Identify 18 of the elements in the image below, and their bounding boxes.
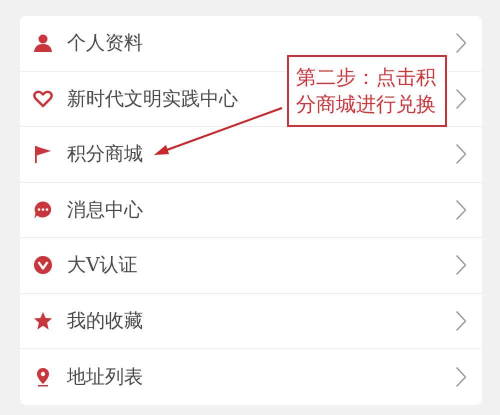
chat-bubble-icon [33, 200, 53, 220]
chevron-icon [456, 310, 466, 332]
menu-item[interactable]: 大V认证 [20, 238, 482, 294]
chevron-icon [456, 254, 466, 276]
heart-icon [33, 88, 53, 109]
menu-item[interactable]: 我的收藏 [20, 294, 482, 349]
menu-item[interactable]: 地址列表 [20, 349, 482, 404]
star-icon [33, 310, 53, 331]
chevron-icon [456, 143, 466, 166]
chevron-icon [456, 88, 466, 110]
chevron-icon [456, 366, 466, 388]
check-badge-icon [33, 255, 53, 276]
annotation-callout: 第二步：点击积分商城进行兑换 [287, 55, 447, 127]
chevron-icon [456, 32, 466, 54]
person-icon [33, 33, 53, 54]
flag-icon [33, 144, 53, 164]
chevron-icon [456, 198, 466, 221]
menu-item[interactable]: 消息中心 [20, 182, 482, 238]
